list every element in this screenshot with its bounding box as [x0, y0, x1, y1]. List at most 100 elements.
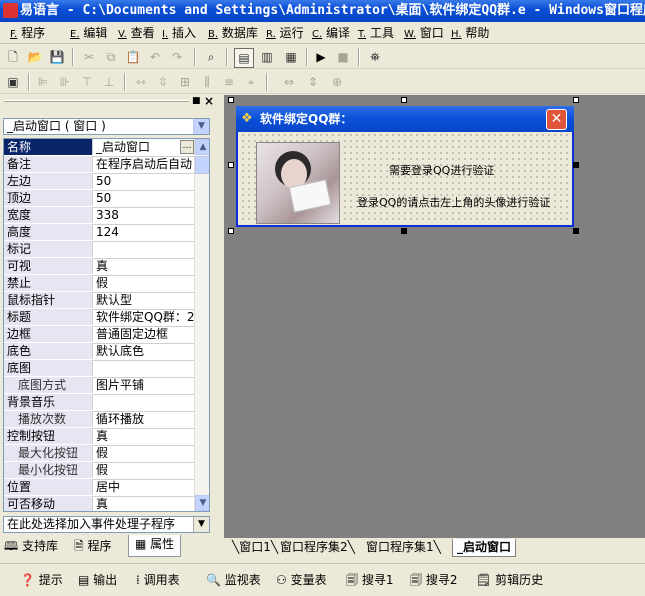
- center-vertical-icon[interactable]: ⇕: [304, 73, 322, 91]
- redo-icon[interactable]: ↷: [168, 48, 186, 66]
- property-row[interactable]: 播放次数 循环播放: [4, 411, 194, 429]
- property-row[interactable]: 名称 _启动窗口…: [4, 139, 194, 157]
- property-value[interactable]: 在程序启动后自动: [94, 156, 194, 172]
- property-value[interactable]: 默认底色: [94, 343, 194, 359]
- property-row[interactable]: 最大化按钮假: [4, 445, 194, 463]
- center-both-icon[interactable]: ⊕: [328, 73, 346, 91]
- property-row[interactable]: 鼠标指针 默认型: [4, 292, 194, 310]
- menu-compile[interactable]: C. 编译: [312, 25, 350, 41]
- align-bottom-icon[interactable]: ⊥: [100, 73, 118, 91]
- property-value[interactable]: 真: [94, 496, 194, 511]
- resize-handle[interactable]: [228, 228, 234, 234]
- object-selector[interactable]: _启动窗口 ( 窗口 ) ▼: [3, 118, 210, 135]
- property-row[interactable]: 位置 居中: [4, 479, 194, 497]
- resize-handle[interactable]: [573, 228, 579, 234]
- paste-icon[interactable]: 📋: [124, 48, 142, 66]
- tab-clip-history[interactable]: 🗒 剪辑历史: [476, 570, 543, 590]
- property-row[interactable]: 底图: [4, 360, 194, 378]
- property-row[interactable]: 备注 在程序启动后自动: [4, 156, 194, 174]
- h-space-icon[interactable]: ⫼: [198, 73, 216, 91]
- tab-program[interactable]: 🗎 程序: [74, 537, 111, 556]
- copy-icon[interactable]: ⧉: [102, 48, 120, 66]
- property-value[interactable]: 假: [94, 445, 194, 461]
- open-folder-icon[interactable]: 📂: [26, 48, 44, 66]
- tab-window-assembly1[interactable]: 窗口程序集1╲: [366, 539, 441, 556]
- new-file-icon[interactable]: 🗋: [4, 48, 22, 66]
- tab-output[interactable]: ▤ 输出: [78, 570, 117, 590]
- property-value[interactable]: 真: [94, 258, 194, 274]
- property-row[interactable]: 标记: [4, 241, 194, 259]
- property-row[interactable]: 底色 默认底色: [4, 343, 194, 361]
- property-value[interactable]: 普通固定边框: [94, 326, 194, 342]
- same-height-icon[interactable]: ⇳: [154, 73, 172, 91]
- stop-icon[interactable]: ■: [334, 48, 352, 66]
- property-value[interactable]: 循环播放: [94, 411, 194, 427]
- ellipsis-button[interactable]: …: [180, 140, 194, 154]
- tab-search1[interactable]: 🗐 搜寻1: [346, 570, 393, 590]
- resize-handle[interactable]: [573, 97, 579, 103]
- tab-startup-window[interactable]: _启动窗口: [452, 539, 517, 557]
- resize-handle[interactable]: [401, 228, 407, 234]
- event-selector[interactable]: 在此处选择加入事件处理子程序 ▼: [3, 516, 210, 533]
- find-icon[interactable]: ⌕: [202, 48, 220, 66]
- property-row[interactable]: 控制按钮真: [4, 428, 194, 446]
- tab-variable-table[interactable]: ⚇ 变量表: [276, 570, 327, 590]
- property-value[interactable]: 软件绑定QQ群：20: [94, 309, 194, 325]
- property-value[interactable]: 124: [94, 224, 194, 240]
- tab-hint[interactable]: ❓ 提示: [20, 570, 63, 590]
- menu-view[interactable]: V. 查看: [118, 25, 155, 41]
- property-row[interactable]: 禁止假: [4, 275, 194, 293]
- v-space-icon[interactable]: ≡: [220, 73, 238, 91]
- resize-handle[interactable]: [401, 97, 407, 103]
- same-size-icon[interactable]: ⊞: [176, 73, 194, 91]
- align-center-icon[interactable]: ⊪: [56, 73, 74, 91]
- property-row[interactable]: 最小化按钮假: [4, 462, 194, 480]
- menu-edit[interactable]: E. 编辑: [70, 25, 107, 41]
- grid-icon[interactable]: ▣: [4, 73, 22, 91]
- menu-database[interactable]: B. 数据库: [208, 25, 258, 41]
- layout-code-icon[interactable]: ▦: [282, 48, 300, 66]
- menu-insert[interactable]: I. 插入: [162, 25, 196, 41]
- scroll-up-icon[interactable]: ▲: [195, 139, 209, 155]
- property-value[interactable]: 50: [94, 173, 194, 189]
- vertical-scrollbar[interactable]: ▲ ▼: [194, 139, 209, 511]
- avatar-image[interactable]: [256, 142, 340, 224]
- property-row[interactable]: 背景音乐: [4, 394, 194, 412]
- save-icon[interactable]: 💾: [48, 48, 66, 66]
- binoculars-icon[interactable]: ⛯: [366, 48, 384, 66]
- property-value[interactable]: 居中: [94, 479, 194, 495]
- cut-icon[interactable]: ✂: [80, 48, 98, 66]
- property-value[interactable]: 338: [94, 207, 194, 223]
- menu-window[interactable]: W. 窗口: [404, 25, 444, 41]
- same-width-icon[interactable]: ⇿: [132, 73, 150, 91]
- property-value[interactable]: [94, 394, 194, 410]
- tab-call-table[interactable]: ⁞ 调用表: [136, 570, 180, 590]
- property-value[interactable]: 默认型: [94, 292, 194, 308]
- property-row[interactable]: 底图方式 图片平铺: [4, 377, 194, 395]
- center-horizontal-icon[interactable]: ⇔: [280, 73, 298, 91]
- tab-watch-table[interactable]: 🔍 监视表: [206, 570, 261, 590]
- align-top-icon[interactable]: ⊤: [78, 73, 96, 91]
- center-icon[interactable]: ⌖: [242, 73, 260, 91]
- property-row[interactable]: 边框 普通固定边框: [4, 326, 194, 344]
- tab-search2[interactable]: 🗐 搜寻2: [410, 570, 457, 590]
- resize-handle[interactable]: [573, 162, 579, 168]
- property-value[interactable]: 真: [94, 428, 194, 444]
- scroll-thumb[interactable]: [195, 156, 209, 174]
- property-row[interactable]: 顶边 50: [4, 190, 194, 208]
- menu-help[interactable]: H. 帮助: [451, 25, 489, 41]
- property-row[interactable]: 可否移动真: [4, 496, 194, 511]
- menu-program[interactable]: F. 程序: [10, 25, 45, 41]
- property-row[interactable]: 可视真: [4, 258, 194, 276]
- chevron-down-icon[interactable]: ▼: [193, 119, 209, 134]
- panel-grip[interactable]: [4, 100, 189, 102]
- property-row[interactable]: 左边 50: [4, 173, 194, 191]
- resize-handle[interactable]: [228, 162, 234, 168]
- tab-window1[interactable]: ╲窗口1╲: [232, 539, 278, 556]
- property-row[interactable]: 标题 软件绑定QQ群：20: [4, 309, 194, 327]
- property-row[interactable]: 高度 124: [4, 224, 194, 242]
- scroll-down-icon[interactable]: ▼: [195, 495, 209, 511]
- tab-properties[interactable]: ▦ 属性: [128, 535, 182, 557]
- close-icon[interactable]: ✕: [546, 109, 567, 130]
- close-icon[interactable]: ×: [204, 94, 214, 108]
